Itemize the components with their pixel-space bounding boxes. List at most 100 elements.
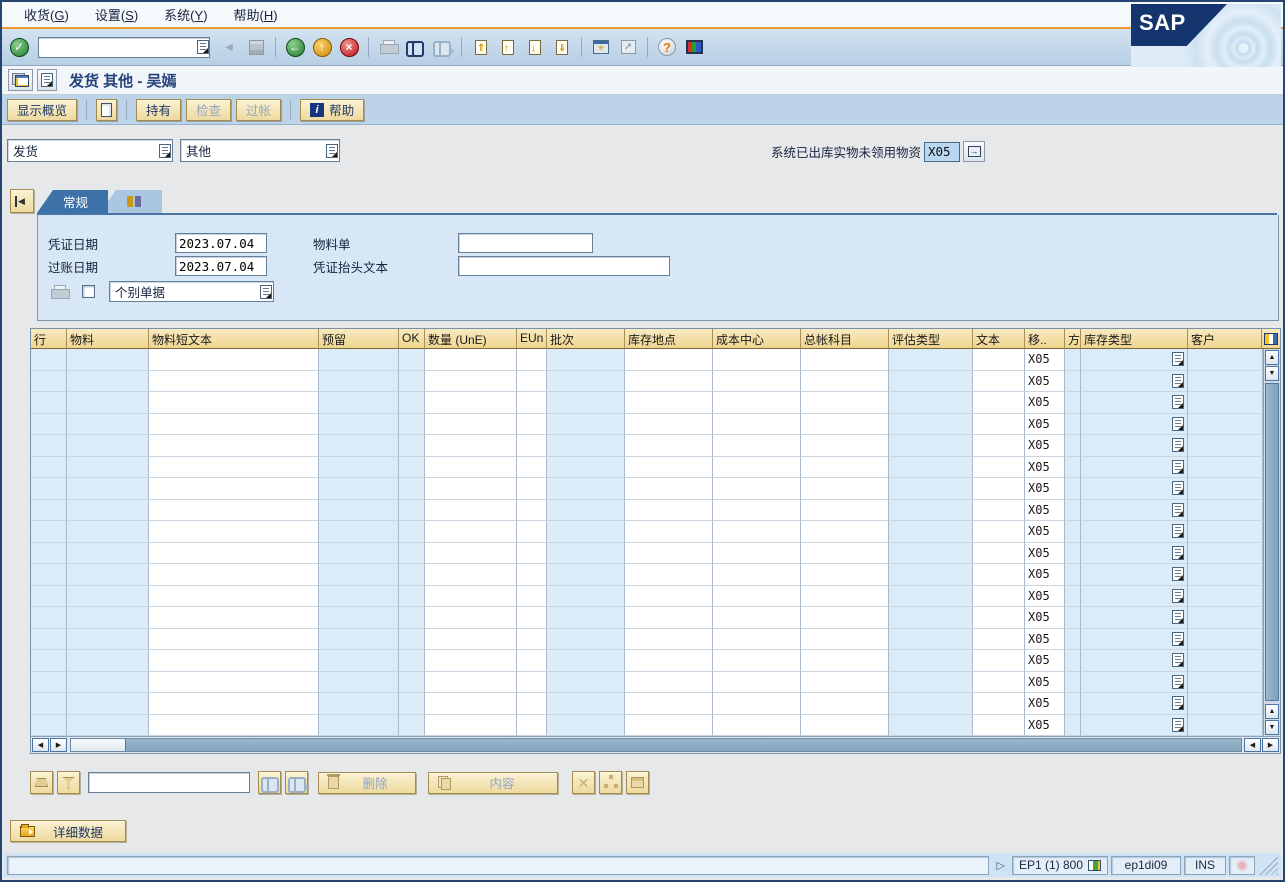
stock-type-dropdown-icon[interactable] [1172, 632, 1184, 646]
cell-17-12[interactable] [973, 715, 1025, 737]
delete-button[interactable]: 删除 [318, 772, 416, 794]
cell-14-2[interactable] [149, 650, 319, 672]
material-slip-field[interactable] [458, 233, 593, 253]
stock-type-dropdown-icon[interactable] [1172, 696, 1184, 710]
stock-type-dropdown-icon[interactable] [1172, 546, 1184, 560]
reference-select[interactable]: 其他 [180, 139, 340, 162]
item-find-button[interactable] [258, 771, 281, 794]
dropdown-list-icon[interactable] [260, 285, 272, 299]
slip-select[interactable]: 个别单据 [109, 281, 274, 302]
status-options-button[interactable]: ▷ [992, 859, 1008, 872]
command-input[interactable] [39, 39, 197, 56]
cell-16-5[interactable] [425, 693, 517, 715]
cell-1-8[interactable] [625, 371, 713, 393]
posting-date-field[interactable] [175, 256, 267, 276]
cell-14-6[interactable] [517, 650, 547, 672]
column-header-13[interactable]: 移.. [1025, 329, 1065, 349]
help-button[interactable]: ? [655, 36, 679, 58]
cell-16-10[interactable] [801, 693, 889, 715]
cell-16-6[interactable] [517, 693, 547, 715]
stock-type-dropdown-icon[interactable] [1172, 481, 1184, 495]
column-header-9[interactable]: 成本中心 [713, 329, 801, 349]
cell-15-2[interactable] [149, 672, 319, 694]
cell-14-5[interactable] [425, 650, 517, 672]
cell-9-13[interactable]: X05 [1025, 543, 1065, 565]
cell-2-12[interactable] [973, 392, 1025, 414]
cell-8-10[interactable] [801, 521, 889, 543]
system-info-box[interactable]: EP1 (1) 800 [1012, 856, 1108, 875]
cell-6-13[interactable]: X05 [1025, 478, 1065, 500]
column-header-14[interactable]: 方 [1065, 329, 1081, 349]
cell-0-12[interactable] [973, 349, 1025, 371]
column-header-1[interactable]: 物料 [67, 329, 149, 349]
cell-14-12[interactable] [973, 650, 1025, 672]
cell-0-10[interactable] [801, 349, 889, 371]
tab-partner[interactable] [100, 190, 162, 213]
cell-5-6[interactable] [517, 457, 547, 479]
cell-0-9[interactable] [713, 349, 801, 371]
cell-1-13[interactable]: X05 [1025, 371, 1065, 393]
cell-6-6[interactable] [517, 478, 547, 500]
cell-10-13[interactable]: X05 [1025, 564, 1065, 586]
overview-toggle-button[interactable] [8, 69, 33, 91]
cell-5-15[interactable] [1081, 457, 1188, 479]
cell-17-13[interactable]: X05 [1025, 715, 1065, 737]
execute-button[interactable]: → [963, 141, 985, 162]
cell-13-13[interactable]: X05 [1025, 629, 1065, 651]
column-header-11[interactable]: 评估类型 [889, 329, 973, 349]
help-info-button[interactable]: i帮助 [300, 99, 364, 121]
pack-button[interactable] [30, 771, 53, 794]
stock-type-dropdown-icon[interactable] [1172, 395, 1184, 409]
cell-10-9[interactable] [713, 564, 801, 586]
check-button[interactable]: 检查 [186, 99, 231, 121]
dropdown-list-icon[interactable] [326, 144, 338, 158]
cell-10-6[interactable] [517, 564, 547, 586]
cell-2-6[interactable] [517, 392, 547, 414]
stock-type-dropdown-icon[interactable] [1172, 718, 1184, 732]
variant-list-button[interactable] [37, 69, 57, 91]
cell-2-9[interactable] [713, 392, 801, 414]
cell-4-8[interactable] [625, 435, 713, 457]
action-select[interactable]: 发货 [7, 139, 173, 162]
cell-6-15[interactable] [1081, 478, 1188, 500]
cell-1-10[interactable] [801, 371, 889, 393]
cell-7-10[interactable] [801, 500, 889, 522]
stock-type-dropdown-icon[interactable] [1172, 352, 1184, 366]
table-config-button[interactable] [1262, 329, 1280, 349]
column-header-7[interactable]: 批次 [547, 329, 625, 349]
cell-13-6[interactable] [517, 629, 547, 651]
cell-10-12[interactable] [973, 564, 1025, 586]
cell-12-9[interactable] [713, 607, 801, 629]
cell-11-2[interactable] [149, 586, 319, 608]
customize-layout-button[interactable] [682, 36, 706, 58]
cell-3-12[interactable] [973, 414, 1025, 436]
cell-10-2[interactable] [149, 564, 319, 586]
cell-2-2[interactable] [149, 392, 319, 414]
page-up-button[interactable]: ↑ [496, 36, 520, 58]
detail-data-button[interactable]: 详细数据 [10, 820, 126, 842]
cell-8-2[interactable] [149, 521, 319, 543]
vertical-scroll-thumb[interactable] [1265, 383, 1279, 701]
cell-7-9[interactable] [713, 500, 801, 522]
cell-3-15[interactable] [1081, 414, 1188, 436]
cell-6-2[interactable] [149, 478, 319, 500]
cell-9-8[interactable] [625, 543, 713, 565]
cell-3-10[interactable] [801, 414, 889, 436]
cell-12-8[interactable] [625, 607, 713, 629]
column-header-12[interactable]: 文本 [973, 329, 1025, 349]
cell-7-2[interactable] [149, 500, 319, 522]
cell-17-10[interactable] [801, 715, 889, 737]
cell-8-8[interactable] [625, 521, 713, 543]
back-button[interactable]: ← [283, 36, 307, 58]
cell-15-10[interactable] [801, 672, 889, 694]
cell-2-10[interactable] [801, 392, 889, 414]
cell-6-5[interactable] [425, 478, 517, 500]
cell-12-10[interactable] [801, 607, 889, 629]
cell-4-13[interactable]: X05 [1025, 435, 1065, 457]
last-page-button[interactable]: ⇓ [550, 36, 574, 58]
stock-type-dropdown-icon[interactable] [1172, 460, 1184, 474]
find-button[interactable] [403, 36, 427, 58]
cell-11-6[interactable] [517, 586, 547, 608]
cell-6-10[interactable] [801, 478, 889, 500]
cell-13-10[interactable] [801, 629, 889, 651]
